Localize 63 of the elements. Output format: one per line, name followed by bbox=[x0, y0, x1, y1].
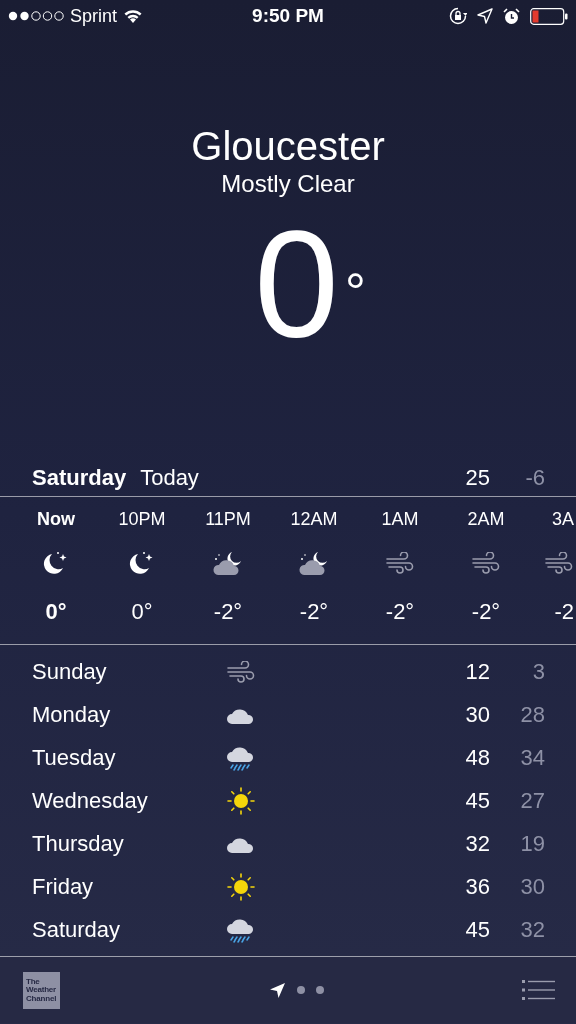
location-arrow-icon bbox=[477, 8, 493, 24]
wind-icon bbox=[544, 552, 574, 574]
wind-icon bbox=[471, 552, 501, 574]
low-temperature: 28 bbox=[519, 701, 545, 728]
today-label: Today bbox=[140, 465, 200, 491]
page-dot[interactable] bbox=[315, 986, 324, 994]
current-temperature: 0$^{°}$ bbox=[253, 209, 366, 359]
low-temperature: 27 bbox=[519, 787, 545, 814]
day-name: Saturday bbox=[32, 916, 122, 943]
low-temperature: 34 bbox=[519, 744, 545, 771]
day-name: Thursday bbox=[32, 830, 125, 857]
low-temperature: -6 bbox=[524, 465, 545, 491]
hour-temperature: -2° bbox=[385, 599, 415, 625]
weather-channel-logo[interactable]: The Weather Channel bbox=[23, 971, 60, 1009]
day-name: Friday bbox=[32, 873, 95, 900]
location-arrow-icon[interactable] bbox=[268, 981, 286, 999]
hour-label: 11PM bbox=[205, 508, 251, 530]
high-temperature: 48 bbox=[464, 744, 490, 771]
rotation-lock-icon bbox=[449, 7, 467, 25]
day-name: Sunday bbox=[32, 658, 108, 685]
high-temperature: 30 bbox=[464, 701, 490, 728]
sun-icon bbox=[227, 786, 255, 815]
signal-icon bbox=[8, 11, 64, 21]
hour-label: 12AM bbox=[290, 508, 338, 530]
high-temperature: 32 bbox=[464, 830, 490, 857]
alarm-clock-icon bbox=[503, 7, 520, 25]
cloud-moon-icon bbox=[298, 550, 330, 576]
sun-icon bbox=[227, 872, 255, 901]
hour-temperature: -2° bbox=[299, 599, 329, 625]
hour-label: 10PM bbox=[118, 508, 166, 530]
hour-temperature: -2° bbox=[471, 599, 501, 625]
hour-temperature: 0° bbox=[45, 599, 67, 625]
low-temperature: 32 bbox=[519, 916, 545, 943]
wind-icon bbox=[226, 660, 256, 683]
low-temperature: 19 bbox=[519, 830, 545, 857]
high-temperature: 25 bbox=[464, 465, 490, 491]
hour-temperature: -2 bbox=[554, 599, 574, 625]
list-icon[interactable] bbox=[522, 980, 556, 1000]
weather-condition: Mostly Clear bbox=[221, 169, 355, 199]
day-name: Wednesday bbox=[32, 787, 149, 814]
battery-icon bbox=[530, 7, 568, 25]
high-temperature: 12 bbox=[464, 658, 490, 685]
high-temperature: 45 bbox=[464, 787, 490, 814]
hour-label: Now bbox=[37, 508, 75, 530]
high-temperature: 36 bbox=[464, 873, 490, 900]
wifi-icon bbox=[123, 8, 144, 24]
low-temperature: 30 bbox=[519, 873, 545, 900]
day-name: Tuesday bbox=[32, 744, 117, 771]
carrier-name: Sprint bbox=[70, 5, 118, 27]
low-temperature: 3 bbox=[531, 658, 545, 685]
cloud-moon-icon bbox=[212, 550, 244, 576]
city-name: Gloucester bbox=[191, 123, 385, 170]
hour-temperature: 0° bbox=[131, 599, 153, 625]
page-dot[interactable] bbox=[296, 986, 305, 994]
high-temperature: 45 bbox=[464, 916, 490, 943]
day-name: Monday bbox=[32, 701, 112, 728]
clock-time: 9:50 PM bbox=[252, 5, 324, 27]
wind-icon bbox=[385, 552, 415, 574]
day-name: Saturday bbox=[32, 465, 127, 491]
hour-temperature: -2° bbox=[213, 599, 243, 625]
hour-label: 1AM bbox=[381, 508, 419, 530]
hour-label: 3A bbox=[551, 508, 574, 530]
hour-label: 2AM bbox=[467, 508, 505, 530]
